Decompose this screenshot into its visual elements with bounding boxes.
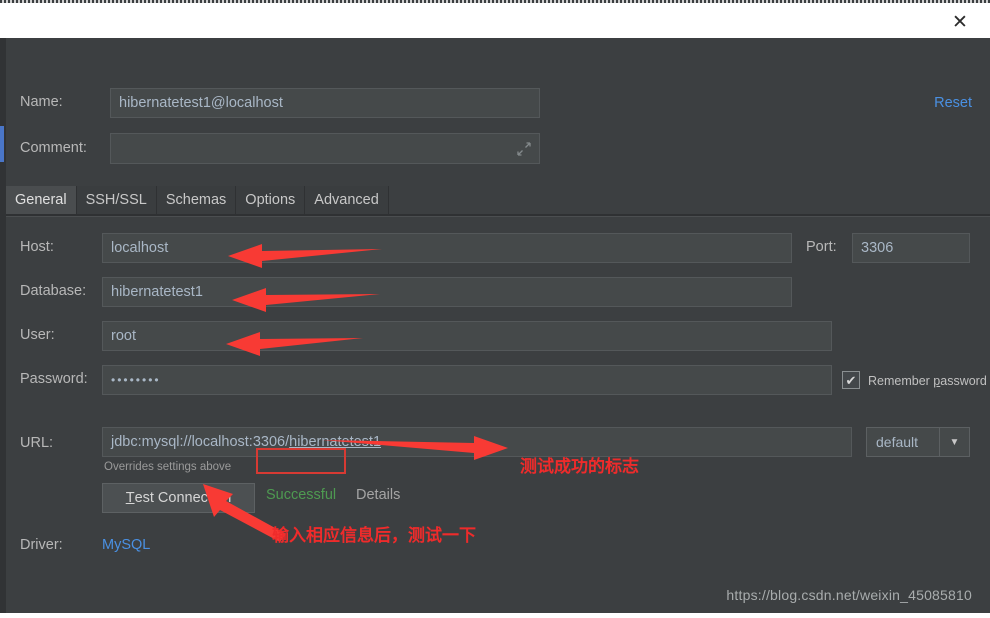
- user-label: User:: [20, 327, 55, 343]
- url-mode-value: default: [876, 434, 919, 450]
- general-tab-panel: Host: localhost Port: 3306 Database: hib…: [6, 216, 990, 613]
- tab-options[interactable]: Options: [236, 186, 306, 214]
- remember-label-pre: Remember: [868, 374, 934, 388]
- database-input[interactable]: hibernatetest1: [102, 277, 792, 307]
- remember-label-post: assword: [940, 374, 987, 388]
- test-button-mnemonic: T: [125, 490, 135, 506]
- password-label: Password:: [20, 371, 88, 387]
- tab-ssh-ssl[interactable]: SSH/SSL: [76, 186, 157, 214]
- url-label: URL:: [20, 435, 54, 451]
- password-input[interactable]: ••••••••: [102, 365, 832, 395]
- comment-label: Comment:: [20, 140, 87, 156]
- selected-item-accent-bar: [0, 126, 4, 162]
- url-text-database: hibernatetest1: [289, 434, 382, 450]
- name-label: Name:: [20, 94, 63, 110]
- url-input[interactable]: jdbc:mysql://localhost:3306/hibernatetes…: [102, 427, 852, 457]
- tab-general[interactable]: General: [6, 186, 77, 214]
- port-label: Port:: [806, 239, 837, 255]
- close-icon[interactable]: ✕: [940, 9, 980, 35]
- driver-label: Driver:: [20, 537, 63, 553]
- user-input[interactable]: root: [102, 321, 832, 351]
- tab-advanced[interactable]: Advanced: [305, 186, 389, 214]
- tab-schemas[interactable]: Schemas: [156, 186, 237, 214]
- watermark-text: https://blog.csdn.net/weixin_45085810: [726, 587, 972, 603]
- details-link[interactable]: Details: [356, 487, 400, 503]
- host-label: Host:: [20, 239, 54, 255]
- overrides-note: Overrides settings above: [104, 461, 232, 473]
- comment-input[interactable]: [110, 133, 540, 164]
- url-text-plain: jdbc:mysql://localhost:3306/: [111, 434, 290, 450]
- test-connection-button[interactable]: Test Connection: [102, 483, 255, 513]
- port-input[interactable]: 3306: [852, 233, 970, 263]
- test-button-label: est Connection: [134, 490, 232, 506]
- url-mode-dropdown[interactable]: default ▼: [866, 427, 970, 457]
- tab-bar: General SSH/SSL Schemas Options Advanced: [6, 186, 990, 214]
- reset-link[interactable]: Reset: [934, 95, 972, 111]
- expand-icon[interactable]: [517, 141, 531, 156]
- connection-status-badge: Successful: [266, 487, 337, 503]
- driver-link[interactable]: MySQL: [102, 537, 150, 553]
- name-input[interactable]: hibernatetest1@localhost: [110, 88, 540, 118]
- host-input[interactable]: localhost: [102, 233, 792, 263]
- remember-password-checkbox[interactable]: ✔: [842, 371, 860, 389]
- title-bar: ✕: [0, 3, 990, 38]
- remember-password-label: Remember password: [868, 374, 987, 388]
- chevron-down-icon[interactable]: ▼: [939, 428, 969, 456]
- data-source-dialog: Name: hibernatetest1@localhost Comment: …: [0, 38, 990, 613]
- database-label: Database:: [20, 283, 87, 299]
